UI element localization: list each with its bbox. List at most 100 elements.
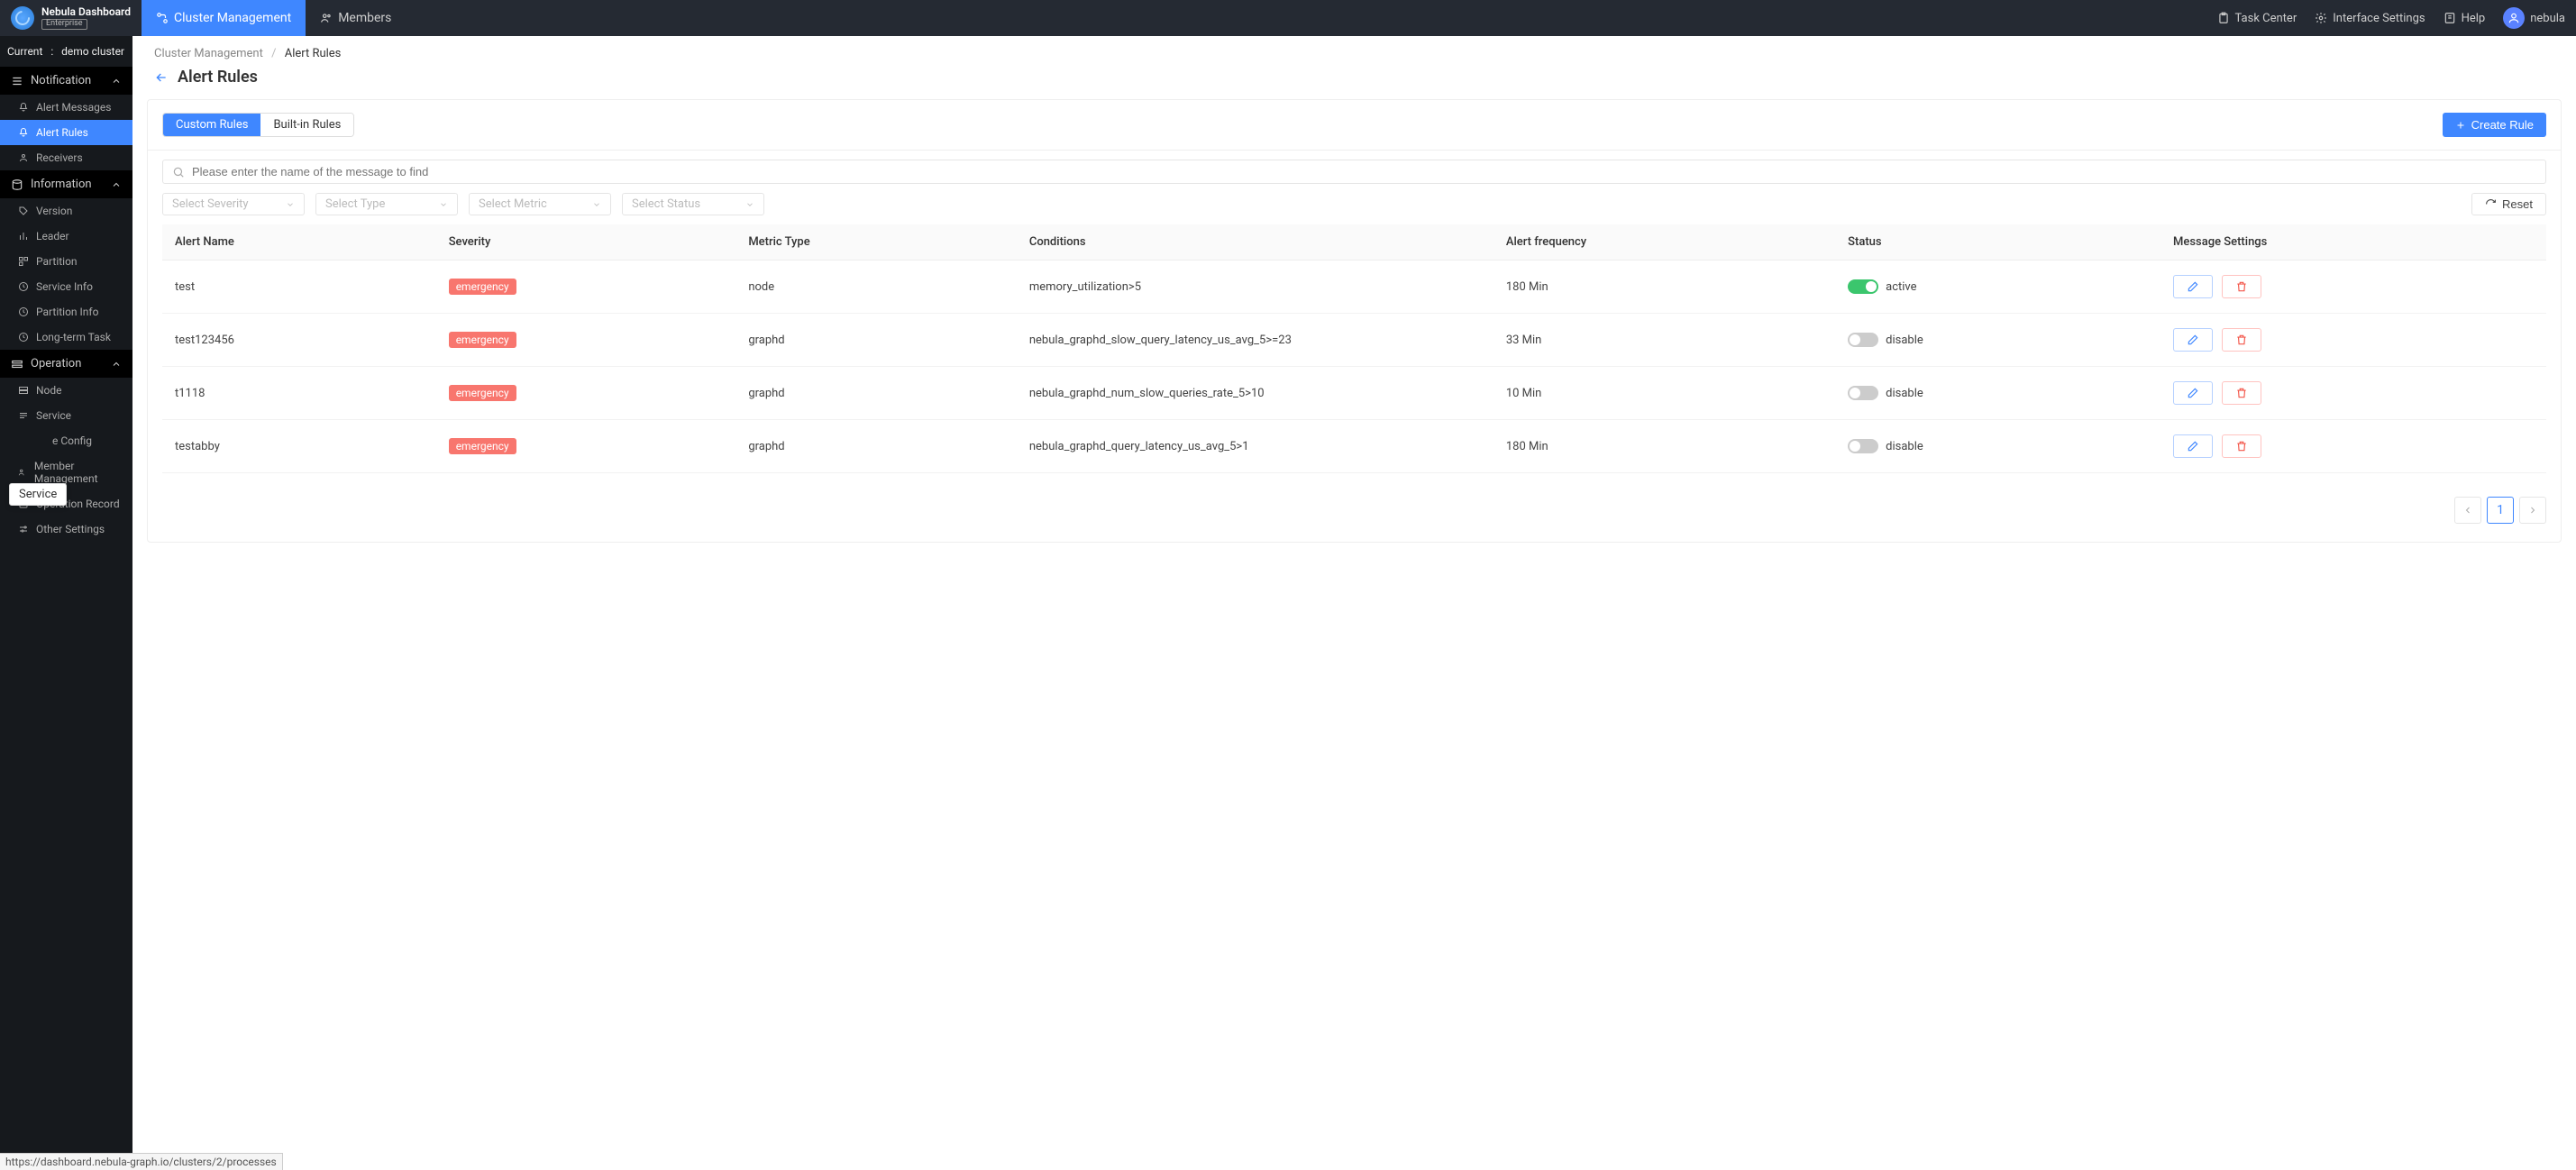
status-label: disable xyxy=(1886,440,1923,453)
select-status[interactable]: Select Status xyxy=(622,193,764,215)
node-icon xyxy=(18,385,29,396)
cell-conditions: nebula_graphd_num_slow_queries_rate_5>10 xyxy=(1017,367,1494,420)
status-toggle[interactable] xyxy=(1848,333,1878,347)
sidebar-item-long-term-task[interactable]: Long-term Task xyxy=(0,324,132,350)
edit-button[interactable] xyxy=(2173,381,2213,405)
severity-badge: emergency xyxy=(449,438,516,454)
sidebar-item-update-config[interactable]: e Config xyxy=(0,428,132,453)
current-cluster-name: demo cluster xyxy=(61,45,124,58)
cell-alert-name: test123456 xyxy=(162,314,436,367)
chevron-down-icon xyxy=(745,200,754,209)
sidebar-item-service-info[interactable]: Service Info xyxy=(0,274,132,299)
chevron-up-icon xyxy=(111,359,122,370)
status-toggle[interactable] xyxy=(1848,386,1878,400)
current-cluster-row: Current : demo cluster xyxy=(0,36,132,67)
clock-icon xyxy=(18,281,29,292)
tab-custom-rules[interactable]: Custom Rules xyxy=(163,114,260,136)
sidebar-item-partition[interactable]: Partition xyxy=(0,249,132,274)
sidebar-item-partition-info[interactable]: Partition Info xyxy=(0,299,132,324)
status-label: disable xyxy=(1886,334,1923,347)
sidebar-section-information[interactable]: Information xyxy=(0,170,132,198)
gear-icon xyxy=(2315,12,2327,24)
avatar-icon xyxy=(2503,7,2525,29)
cell-status: disable xyxy=(1835,367,2160,420)
plus-icon xyxy=(2455,120,2466,131)
trash-icon xyxy=(2235,440,2248,452)
trash-icon xyxy=(2235,387,2248,399)
search-input[interactable] xyxy=(192,165,2536,178)
page-prev-button[interactable] xyxy=(2454,497,2481,524)
item-label: Alert Rules xyxy=(36,126,88,139)
cell-actions xyxy=(2160,314,2546,367)
breadcrumb-root[interactable]: Cluster Management xyxy=(154,47,263,60)
table-row: testabby emergency graphd nebula_graphd_… xyxy=(162,420,2546,473)
clock-icon xyxy=(18,306,29,317)
edit-button[interactable] xyxy=(2173,328,2213,352)
status-toggle[interactable] xyxy=(1848,279,1878,294)
delete-button[interactable] xyxy=(2222,381,2261,405)
item-label: Receivers xyxy=(36,151,83,164)
refresh-icon xyxy=(2485,198,2497,210)
sidebar-item-leader[interactable]: Leader xyxy=(0,224,132,249)
cell-frequency: 10 Min xyxy=(1494,367,1835,420)
cell-severity: emergency xyxy=(436,367,736,420)
item-label: Leader xyxy=(36,230,69,242)
sidebar-section-notification[interactable]: Notification xyxy=(0,67,132,95)
interface-settings-link[interactable]: Interface Settings xyxy=(2315,12,2425,25)
sidebar-item-alert-messages[interactable]: Alert Messages xyxy=(0,95,132,120)
task-center-link[interactable]: Task Center xyxy=(2217,12,2297,25)
edit-button[interactable] xyxy=(2173,434,2213,458)
brand-logo-icon xyxy=(11,6,34,30)
delete-button[interactable] xyxy=(2222,275,2261,298)
page-next-button[interactable] xyxy=(2519,497,2546,524)
cell-severity: emergency xyxy=(436,314,736,367)
delete-button[interactable] xyxy=(2222,434,2261,458)
nav-tab-members[interactable]: Members xyxy=(306,0,406,36)
status-toggle[interactable] xyxy=(1848,439,1878,453)
help-link[interactable]: Help xyxy=(2444,12,2486,25)
cell-status: active xyxy=(1835,261,2160,314)
sidebar-item-node[interactable]: Node xyxy=(0,378,132,403)
reset-button[interactable]: Reset xyxy=(2471,193,2546,215)
th-alert-frequency: Alert frequency xyxy=(1494,224,1835,261)
page-number-button[interactable]: 1 xyxy=(2487,497,2514,524)
cell-metric-type: graphd xyxy=(735,314,1017,367)
sidebar-item-version[interactable]: Version xyxy=(0,198,132,224)
delete-button[interactable] xyxy=(2222,328,2261,352)
interface-settings-label: Interface Settings xyxy=(2333,12,2425,25)
cell-actions xyxy=(2160,261,2546,314)
th-alert-name: Alert Name xyxy=(162,224,436,261)
create-rule-button[interactable]: Create Rule xyxy=(2443,113,2546,137)
create-rule-label: Create Rule xyxy=(2471,118,2534,132)
tab-builtin-rules[interactable]: Built-in Rules xyxy=(260,114,353,136)
table-row: test123456 emergency graphd nebula_graph… xyxy=(162,314,2546,367)
sidebar-section-operation[interactable]: Operation xyxy=(0,350,132,378)
service-tooltip: Service xyxy=(9,483,67,506)
sidebar-item-other-settings[interactable]: Other Settings xyxy=(0,516,132,542)
item-label: Node xyxy=(36,384,62,397)
chevron-up-icon xyxy=(111,179,122,190)
cell-actions xyxy=(2160,420,2546,473)
task-center-label: Task Center xyxy=(2235,12,2297,25)
select-severity[interactable]: Select Severity xyxy=(162,193,305,215)
edit-button[interactable] xyxy=(2173,275,2213,298)
severity-badge: emergency xyxy=(449,279,516,295)
breadcrumb: Cluster Management / Alert Rules xyxy=(132,36,2576,64)
current-label: Current xyxy=(7,45,42,58)
sidebar-item-service[interactable]: Service xyxy=(0,403,132,428)
sidebar-item-receivers[interactable]: Receivers xyxy=(0,145,132,170)
item-label: Partition Info xyxy=(36,306,98,318)
select-metric[interactable]: Select Metric xyxy=(469,193,611,215)
select-type[interactable]: Select Type xyxy=(315,193,458,215)
sidebar-item-alert-rules[interactable]: Alert Rules xyxy=(0,120,132,145)
status-label: disable xyxy=(1886,387,1923,400)
cell-status: disable xyxy=(1835,314,2160,367)
back-arrow-icon[interactable] xyxy=(154,70,169,85)
user-menu[interactable]: nebula xyxy=(2503,7,2565,29)
cell-frequency: 180 Min xyxy=(1494,261,1835,314)
search-input-wrapper[interactable] xyxy=(162,160,2546,184)
username-label: nebula xyxy=(2530,12,2565,25)
nav-tab-cluster-management[interactable]: Cluster Management xyxy=(142,0,306,36)
th-message-settings: Message Settings xyxy=(2160,224,2546,261)
cell-severity: emergency xyxy=(436,420,736,473)
